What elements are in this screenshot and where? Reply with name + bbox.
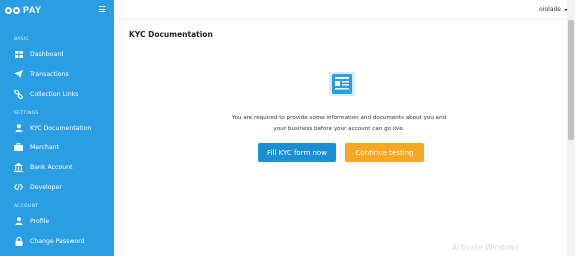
username: oiolade bbox=[539, 6, 561, 13]
code-icon bbox=[14, 183, 23, 192]
sidebar-item-developer[interactable]: Developer bbox=[0, 179, 114, 195]
sidebar-item-merchant[interactable]: Merchant bbox=[0, 139, 114, 155]
page-title: KYC Documentation bbox=[129, 30, 213, 39]
sidebar-item-label: KYC Documentation bbox=[30, 124, 92, 132]
sidebar-item-profile[interactable]: Profile bbox=[0, 213, 114, 229]
sidebar: PAY BASIC Dashboard Transactions Collect… bbox=[0, 0, 114, 256]
activate-windows-watermark: Activate Windows bbox=[452, 243, 519, 252]
sidebar-item-dashboard[interactable]: Dashboard bbox=[0, 46, 114, 62]
paper-plane-icon bbox=[14, 70, 23, 79]
user-icon bbox=[14, 124, 23, 133]
menu-toggle-icon[interactable] bbox=[99, 6, 105, 12]
sidebar-item-transactions[interactable]: Transactions bbox=[0, 66, 114, 82]
kyc-message-line-1: You are required to provide some informa… bbox=[231, 115, 447, 121]
dashboard-icon bbox=[14, 50, 23, 59]
user-menu[interactable]: oiolade bbox=[539, 6, 568, 13]
sidebar-item-change-password[interactable]: Change Password bbox=[0, 233, 114, 249]
kyc-message: You are required to provide some informa… bbox=[214, 113, 464, 135]
sidebar-item-label: Merchant bbox=[30, 143, 60, 151]
vertical-scrollbar[interactable] bbox=[567, 0, 575, 256]
brand-name: PAY bbox=[23, 5, 42, 15]
scrollbar-thumb[interactable] bbox=[568, 20, 574, 140]
logo-icon bbox=[5, 6, 20, 14]
sidebar-item-label: Change Password bbox=[30, 237, 85, 245]
fill-kyc-form-button[interactable]: Fill KYC form now bbox=[258, 143, 336, 162]
bank-icon bbox=[14, 162, 23, 172]
brand-logo[interactable]: PAY bbox=[5, 3, 42, 17]
sidebar-item-label: Profile bbox=[30, 217, 50, 225]
sidebar-item-label: Developer bbox=[30, 183, 62, 191]
continue-testing-button[interactable]: Continue testing bbox=[345, 143, 424, 162]
sidebar-item-label: Transactions bbox=[30, 70, 69, 78]
kyc-message-line-2: your business before your account can go… bbox=[273, 126, 405, 132]
section-label-account: ACCOUNT bbox=[14, 204, 39, 209]
section-label-basic: BASIC bbox=[14, 37, 29, 42]
sidebar-item-label: Dashboard bbox=[30, 50, 64, 58]
briefcase-icon bbox=[14, 143, 23, 152]
sidebar-item-kyc-documentation[interactable]: KYC Documentation bbox=[0, 120, 114, 136]
document-icon bbox=[327, 70, 357, 98]
section-label-settings: SETTINGS bbox=[14, 111, 39, 116]
sidebar-item-label: Bank Account bbox=[30, 163, 73, 171]
link-icon bbox=[14, 89, 23, 99]
lock-icon bbox=[14, 236, 23, 246]
user-icon bbox=[14, 217, 23, 226]
sidebar-item-bank-account[interactable]: Bank Account bbox=[0, 159, 114, 175]
sidebar-item-collection-links[interactable]: Collection Links bbox=[0, 86, 114, 102]
sidebar-item-label: Collection Links bbox=[30, 90, 79, 98]
top-bar: oiolade bbox=[114, 0, 575, 20]
